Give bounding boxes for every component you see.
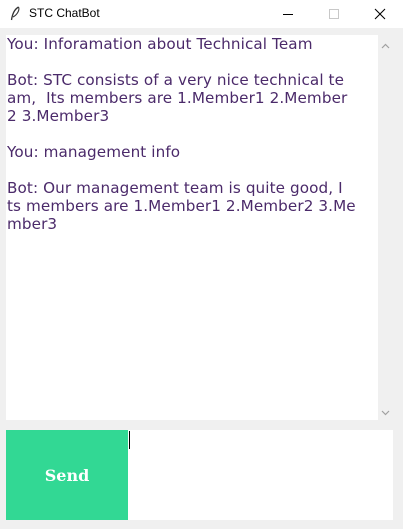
chat-line: ​	[6, 53, 378, 71]
minimize-button[interactable]	[265, 0, 311, 28]
minimize-icon	[283, 14, 293, 15]
window-title: STC ChatBot	[29, 6, 100, 20]
chat-line: mber3	[7, 215, 58, 233]
feather-icon	[9, 6, 21, 22]
chat-line: Bot: STC consists of a very nice technic…	[7, 71, 345, 89]
maximize-icon	[329, 9, 339, 19]
maximize-button[interactable]	[311, 0, 357, 28]
close-button[interactable]	[357, 0, 403, 28]
scroll-down-button[interactable]	[378, 405, 393, 420]
title-bar: STC ChatBot	[0, 0, 403, 28]
text-caret	[129, 431, 130, 449]
chat-line: You: Inforamation about Technical Team	[7, 35, 313, 53]
message-input[interactable]	[128, 430, 393, 520]
chat-line: am, Its members are 1.Member1 2.Member	[7, 89, 348, 107]
chat-log[interactable]: You: Inforamation about Technical Team ​…	[6, 35, 378, 420]
chat-line: ts members are 1.Member1 2.Member2 3.Me	[7, 197, 356, 215]
chat-line: ​	[6, 125, 378, 143]
send-button[interactable]: Send	[6, 430, 128, 520]
chat-line: ​	[6, 161, 378, 179]
close-icon	[374, 8, 386, 20]
chat-scrollbar[interactable]	[378, 35, 393, 420]
chat-line: Bot: Our management team is quite good, …	[7, 179, 343, 197]
chevron-up-icon	[381, 43, 390, 48]
chat-line: 2 3.Member3	[7, 107, 110, 125]
chevron-down-icon	[381, 410, 390, 415]
chat-line: You: management info	[7, 143, 181, 161]
scroll-up-button[interactable]	[378, 38, 393, 53]
